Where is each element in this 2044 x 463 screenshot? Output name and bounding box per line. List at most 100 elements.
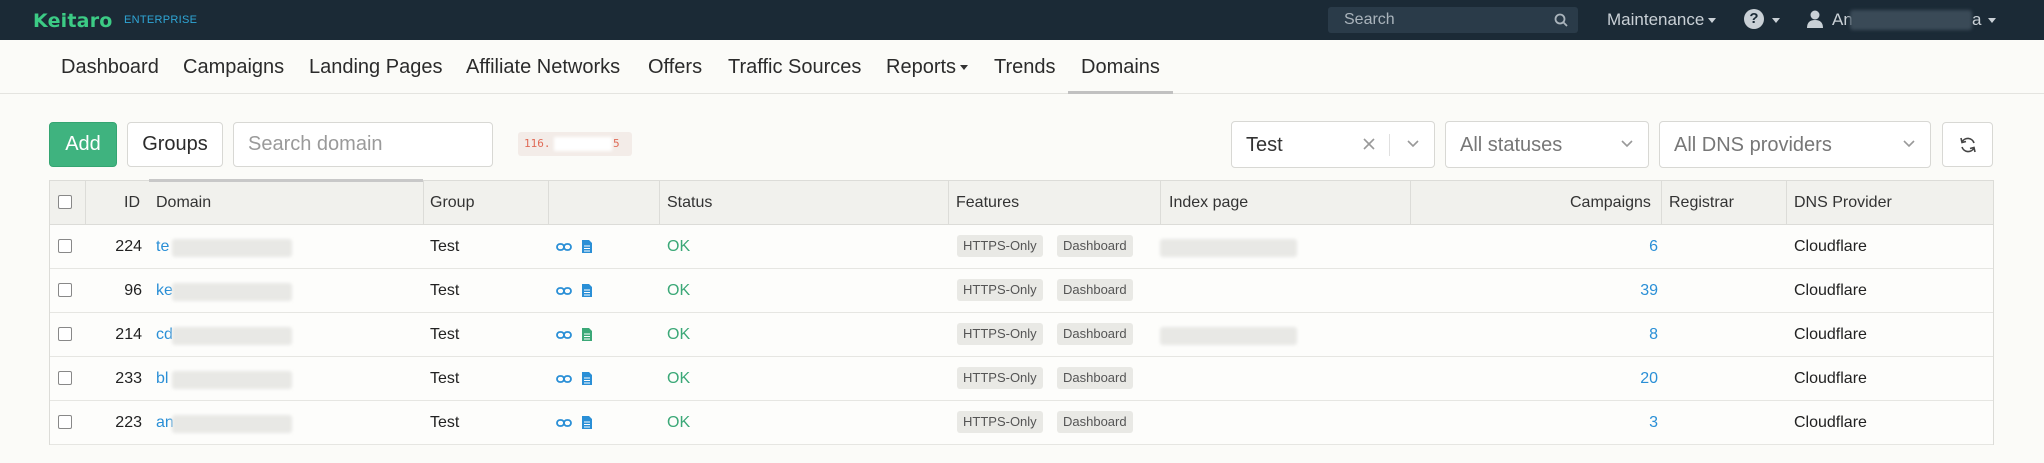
group-filter-select[interactable]: Test [1231,121,1435,168]
chevron-down-icon [1903,140,1915,148]
status-filter-select[interactable]: All statuses [1445,121,1649,168]
row-dns-provider: Cloudflare [1794,238,1867,255]
document-icon[interactable] [581,415,593,435]
col-index-page[interactable]: Index page [1169,194,1248,212]
nav-campaigns[interactable]: Campaigns [183,56,284,79]
column-resize-handle[interactable] [149,179,423,182]
nav-traffic-sources[interactable]: Traffic Sources [728,56,861,79]
document-icon[interactable] [581,239,593,259]
search-domain-input[interactable] [233,122,493,167]
row-domain-link[interactable]: bl [156,370,168,388]
row-status: OK [667,238,691,255]
maintenance-menu[interactable]: Maintenance [1607,10,1717,30]
nav-domains[interactable]: Domains [1081,56,1160,79]
clear-icon[interactable] [1362,137,1376,151]
help-icon[interactable]: ? [1744,9,1764,29]
table-row[interactable]: 96 ke Test OK HTTPS-Only Dashboard 39 Cloudflar… [50,269,1993,313]
nav-dashboard[interactable]: Dashboard [61,56,159,79]
feature-tag-dashboard: Dashboard [1057,235,1133,257]
col-features[interactable]: Features [956,194,1019,212]
nav-active-indicator [1068,91,1173,94]
add-domain-button[interactable]: Add [49,122,117,167]
row-campaigns-link[interactable]: 3 [1649,414,1658,432]
col-group[interactable]: Group [430,194,474,212]
link-icon[interactable] [556,328,572,346]
table-header: ID Domain Group Status Features Index pa… [50,179,1993,225]
document-icon[interactable] [581,327,593,347]
index-page-redacted [1160,239,1297,257]
brand-edition: ENTERPRISE [124,14,198,26]
ip-prefix: 116. [524,137,551,150]
nav-reports[interactable]: Reports [886,56,969,79]
row-checkbox[interactable] [58,327,72,341]
link-icon[interactable] [556,416,572,434]
row-campaigns-link[interactable]: 8 [1649,326,1658,344]
row-status: OK [667,370,691,387]
column-divider [548,181,549,225]
table-row[interactable]: 223 an Test OK HTTPS-Only Dashboard 3 Cloudflar… [50,401,1993,445]
chevron-down-icon [1621,140,1633,148]
groups-button[interactable]: Groups [127,122,223,167]
search-icon[interactable] [1554,13,1568,27]
nav-offers[interactable]: Offers [648,56,702,79]
main-nav: Dashboard Campaigns Landing Pages Affili… [0,40,2044,94]
user-name-suffix[interactable]: a [1972,10,1981,30]
row-dns-provider: Cloudflare [1794,414,1867,431]
feature-tag-https-only: HTTPS-Only [957,235,1043,257]
brand-logo[interactable]: Keitaro [33,10,113,32]
link-icon[interactable] [556,240,572,258]
nav-affiliate-networks[interactable]: Affiliate Networks [466,56,620,79]
refresh-icon [1960,137,1976,153]
column-divider [1410,181,1411,225]
row-status: OK [667,282,691,299]
row-domain-link[interactable]: te [156,238,169,256]
user-icon[interactable] [1806,9,1824,29]
document-icon[interactable] [581,283,593,303]
link-icon[interactable] [556,284,572,302]
col-campaigns[interactable]: Campaigns [1570,194,1651,212]
feature-tag-dashboard: Dashboard [1057,323,1133,345]
col-domain[interactable]: Domain [156,194,211,212]
row-checkbox[interactable] [58,283,72,297]
row-domain-link[interactable]: ke [156,282,173,300]
row-checkbox[interactable] [58,415,72,429]
column-divider [85,181,86,225]
refresh-button[interactable] [1942,122,1993,167]
row-campaigns-link[interactable]: 20 [1640,370,1658,388]
col-status[interactable]: Status [667,194,712,212]
column-divider [423,181,424,225]
row-group: Test [430,370,460,387]
table-row[interactable]: 224 te Test OK HTTPS-Only Dashboard 6 Cloudflar… [50,225,1993,269]
row-checkbox[interactable] [58,371,72,385]
col-id[interactable]: ID [124,194,140,212]
row-dns-provider: Cloudflare [1794,326,1867,343]
row-campaigns-link[interactable]: 39 [1640,282,1658,300]
chevron-down-icon [960,65,969,71]
domain-redacted [172,283,292,301]
domain-redacted [172,239,292,257]
nav-reports-label: Reports [886,56,957,78]
row-group: Test [430,326,460,343]
table-row[interactable]: 233 bl Test OK HTTPS-Only Dashboard 20 Cloudfla… [50,357,1993,401]
domain-redacted [172,327,292,345]
row-campaigns-link[interactable]: 6 [1649,238,1658,256]
row-group: Test [430,414,460,431]
dns-provider-filter-select[interactable]: All DNS providers [1659,121,1931,168]
link-icon[interactable] [556,372,572,390]
dns-filter-value: All DNS providers [1674,134,1832,156]
nav-trends[interactable]: Trends [994,56,1056,79]
col-dns-provider[interactable]: DNS Provider [1794,194,1892,212]
row-id: 224 [115,238,142,255]
global-search-input[interactable] [1328,7,1548,33]
col-registrar[interactable]: Registrar [1669,194,1734,212]
row-domain-link[interactable]: cd [156,326,173,344]
table-row[interactable]: 214 cd Test OK HTTPS-Only Dashboard 8 Cloudflar… [50,313,1993,357]
column-divider [1661,181,1662,225]
document-icon[interactable] [581,371,593,391]
row-checkbox[interactable] [58,239,72,253]
column-divider [659,181,660,225]
user-name-redacted [1850,10,1972,30]
row-group: Test [430,282,460,299]
nav-landing-pages[interactable]: Landing Pages [309,56,442,79]
select-all-checkbox[interactable] [58,195,72,209]
